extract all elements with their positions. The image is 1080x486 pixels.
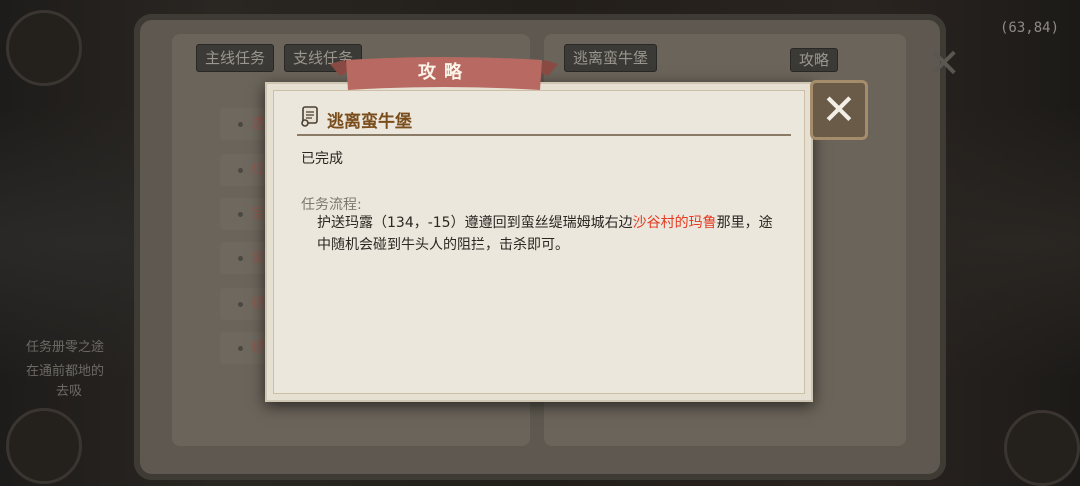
dialog-header: 逃离蛮牛堡 <box>297 104 791 136</box>
ribbon-banner: 攻略 <box>330 56 558 96</box>
book-close-icon[interactable]: ✕ <box>920 40 968 88</box>
dialog-title: 逃离蛮牛堡 <box>327 112 412 132</box>
scroll-icon <box>299 104 323 132</box>
bg-quest-text-1: 任务册零之途 <box>26 340 105 355</box>
flow-label: 任务流程: <box>301 197 362 213</box>
bg-quest-text-3: 去吸 <box>56 384 83 399</box>
quest-status: 已完成 <box>301 151 343 167</box>
quest-description: 护送玛露（134，-15）遵遵回到蛮丝缇瑞姆城右边沙谷村的玛鲁那里，途中随机会碰… <box>317 215 773 253</box>
ribbon-title: 攻略 <box>418 62 470 83</box>
bottom-right-emblem-icon <box>1004 410 1080 486</box>
bg-quest-text-2: 在通前都地的 <box>26 364 105 379</box>
guide-dialog: 逃离蛮牛堡 已完成 任务流程: 护送玛露（134，-15）遵遵回到蛮丝缇瑞姆城右… <box>265 82 813 402</box>
tab-main-quests[interactable]: 主线任务 <box>196 44 275 72</box>
guide-label: 攻略 <box>799 51 830 69</box>
map-coordinates: (63,84) <box>1000 20 1060 36</box>
close-button[interactable]: ✕ <box>810 80 868 140</box>
guide-button[interactable]: 攻略 <box>790 48 839 72</box>
close-icon: ✕ <box>821 85 857 134</box>
highlight-npc-name: 沙谷村的玛鲁 <box>632 215 717 231</box>
bottom-left-emblem-icon <box>6 408 82 484</box>
quest-name-label: 逃离蛮牛堡 <box>564 44 658 72</box>
minimap-corner-icon <box>6 10 82 86</box>
